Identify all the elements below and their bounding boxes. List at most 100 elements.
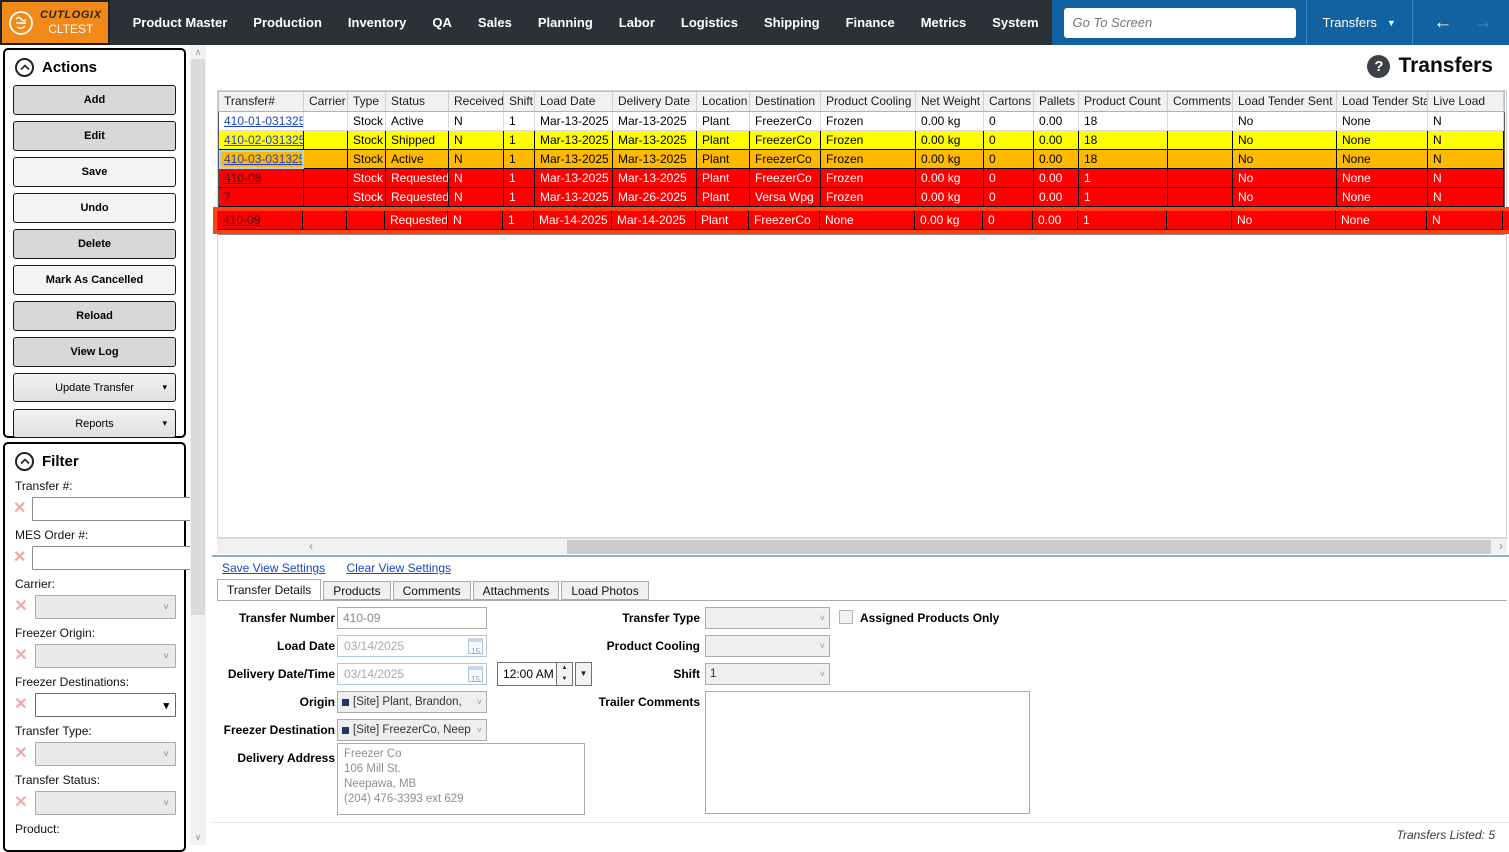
transfer-type-select[interactable]: ˅: [705, 607, 830, 629]
filter-select-carrier[interactable]: ˅: [35, 595, 176, 619]
column-header-load-date[interactable]: Load Date: [535, 92, 613, 111]
filter-select-freezer-origin[interactable]: ˅: [35, 644, 176, 668]
collapse-actions-icon[interactable]: [15, 58, 34, 77]
filter-input-mes-order[interactable]: [32, 546, 197, 570]
menu-item-labor[interactable]: Labor: [606, 0, 668, 45]
column-header-type[interactable]: Type: [348, 92, 386, 111]
table-row[interactable]: 7StockRequestedN1Mar-13-2025Mar-26-2025P…: [218, 188, 1505, 207]
column-header-product-cooling[interactable]: Product Cooling: [821, 92, 916, 111]
time-down-icon[interactable]: ▼: [557, 674, 572, 685]
load-date-input[interactable]: 03/14/2025 15: [337, 635, 487, 657]
menu-item-qa[interactable]: QA: [419, 0, 465, 45]
sidebar-scrollbar[interactable]: ∧ ∨: [190, 45, 206, 845]
column-header-pallets[interactable]: Pallets: [1034, 92, 1079, 111]
menu-item-planning[interactable]: Planning: [525, 0, 606, 45]
menu-item-production[interactable]: Production: [240, 0, 335, 45]
table-row[interactable]: 410-03-031325StockActiveN1Mar-13-2025Mar…: [218, 150, 1505, 169]
mark-as-cancelled-button[interactable]: Mark As Cancelled: [13, 265, 176, 295]
menu-item-metrics[interactable]: Metrics: [908, 0, 980, 45]
column-header-transfer-[interactable]: Transfer#: [219, 92, 304, 111]
table-row[interactable]: 410-08StockRequestedN1Mar-13-2025Mar-13-…: [218, 169, 1505, 188]
delivery-time-spinner[interactable]: 12:00 AM ▲ ▼ ▼: [497, 662, 592, 686]
help-icon[interactable]: ?: [1367, 55, 1390, 78]
transfer-link[interactable]: 410-08: [224, 171, 261, 185]
column-header-load-tender-status[interactable]: Load Tender Status: [1337, 92, 1428, 111]
clear-filter-icon[interactable]: ✕: [13, 795, 29, 811]
undo-button[interactable]: Undo: [13, 193, 176, 223]
save-view-settings-link[interactable]: Save View Settings: [222, 561, 325, 575]
transfer-number-input[interactable]: [337, 607, 487, 629]
horizontal-scrollbar-thumb[interactable]: [567, 540, 1491, 554]
scroll-right-icon[interactable]: ›: [1499, 539, 1503, 554]
calendar-icon[interactable]: 15: [468, 666, 483, 682]
table-row[interactable]: 410-02-031325StockShippedN1Mar-13-2025Ma…: [218, 131, 1505, 150]
menu-item-shipping[interactable]: Shipping: [751, 0, 833, 45]
tab-products[interactable]: Products: [323, 581, 390, 600]
menu-item-product-master[interactable]: Product Master: [120, 0, 241, 45]
time-up-icon[interactable]: ▲: [557, 663, 572, 674]
column-header-cartons[interactable]: Cartons: [984, 92, 1034, 111]
column-header-destination[interactable]: Destination: [750, 92, 821, 111]
transfer-link[interactable]: 410-01-031325: [224, 114, 304, 128]
filter-select-freezer-destinations[interactable]: ▾: [35, 693, 176, 717]
column-header-carrier[interactable]: Carrier: [304, 92, 348, 111]
transfer-link[interactable]: 410-09: [223, 213, 260, 227]
clear-view-settings-link[interactable]: Clear View Settings: [347, 561, 452, 575]
column-header-product-count[interactable]: Product Count: [1079, 92, 1168, 111]
filter-select-transfer-type[interactable]: ˅: [35, 742, 176, 766]
filter-select-transfer-status[interactable]: ˅: [35, 791, 176, 815]
back-arrow-icon[interactable]: ←: [1423, 12, 1463, 34]
calendar-icon[interactable]: 15: [468, 638, 483, 654]
collapse-filter-icon[interactable]: [15, 452, 34, 471]
menu-item-inventory[interactable]: Inventory: [335, 0, 420, 45]
column-header-received[interactable]: Received: [449, 92, 504, 111]
tab-load-photos[interactable]: Load Photos: [561, 581, 648, 600]
clear-filter-icon[interactable]: ✕: [13, 648, 29, 664]
table-row[interactable]: 410-09RequestedN1Mar-14-2025Mar-14-2025P…: [217, 211, 1509, 230]
forward-arrow-icon[interactable]: →: [1463, 12, 1503, 34]
column-header-location[interactable]: Location: [697, 92, 750, 111]
menu-item-system[interactable]: System: [979, 0, 1051, 45]
screen-selector-dropdown[interactable]: Transfers ▼: [1317, 15, 1402, 30]
origin-select[interactable]: [Site] Plant, Brandon, ˅: [337, 691, 487, 713]
column-header-live-load[interactable]: Live Load: [1428, 92, 1504, 111]
delivery-date-input[interactable]: 03/14/2025 15: [337, 663, 487, 685]
column-header-comments[interactable]: Comments: [1168, 92, 1233, 111]
clear-filter-icon[interactable]: ✕: [13, 746, 29, 762]
trailer-comments-textarea[interactable]: [705, 691, 1030, 814]
column-header-status[interactable]: Status: [386, 92, 449, 111]
menu-item-sales[interactable]: Sales: [465, 0, 525, 45]
reports-dropdown-button[interactable]: Reports▾: [13, 409, 176, 438]
sidebar-scrollbar-thumb[interactable]: [191, 59, 205, 615]
delete-button[interactable]: Delete: [13, 229, 176, 259]
scroll-down-icon[interactable]: ∨: [190, 832, 206, 843]
clear-filter-icon[interactable]: ✕: [13, 550, 26, 566]
scroll-left-icon[interactable]: ‹: [309, 539, 313, 554]
scroll-up-icon[interactable]: ∧: [190, 47, 206, 58]
clear-filter-icon[interactable]: ✕: [13, 697, 29, 713]
product-cooling-select[interactable]: ˅: [705, 635, 830, 657]
column-header-shift[interactable]: Shift: [504, 92, 535, 111]
update-transfer-dropdown-button[interactable]: Update Transfer▾: [13, 373, 176, 402]
table-row[interactable]: 410-01-031325StockActiveN1Mar-13-2025Mar…: [218, 112, 1505, 131]
tab-attachments[interactable]: Attachments: [473, 581, 560, 600]
view-log-button[interactable]: View Log: [13, 337, 176, 367]
go-to-screen-input[interactable]: [1064, 8, 1296, 38]
clear-filter-icon[interactable]: ✕: [13, 599, 29, 615]
delivery-time-value[interactable]: 12:00 AM: [497, 662, 557, 686]
horizontal-scrollbar[interactable]: ‹ ›: [217, 538, 1507, 554]
column-header-delivery-date[interactable]: Delivery Date: [613, 92, 697, 111]
tab-transfer-details[interactable]: Transfer Details: [217, 579, 321, 600]
shift-select[interactable]: 1 ˅: [705, 663, 830, 685]
menu-item-logistics[interactable]: Logistics: [668, 0, 751, 45]
column-header-load-tender-sent[interactable]: Load Tender Sent: [1233, 92, 1337, 111]
save-button[interactable]: Save: [13, 157, 176, 187]
menu-item-finance[interactable]: Finance: [833, 0, 908, 45]
selected-row-highlight[interactable]: 410-09RequestedN1Mar-14-2025Mar-14-2025P…: [213, 207, 1509, 234]
assigned-products-only-checkbox[interactable]: [839, 610, 853, 624]
tab-comments[interactable]: Comments: [393, 581, 471, 600]
transfer-link[interactable]: 7: [224, 190, 231, 204]
transfer-link[interactable]: 410-02-031325: [224, 133, 304, 147]
clear-filter-icon[interactable]: ✕: [13, 501, 26, 517]
reload-button[interactable]: Reload: [13, 301, 176, 331]
